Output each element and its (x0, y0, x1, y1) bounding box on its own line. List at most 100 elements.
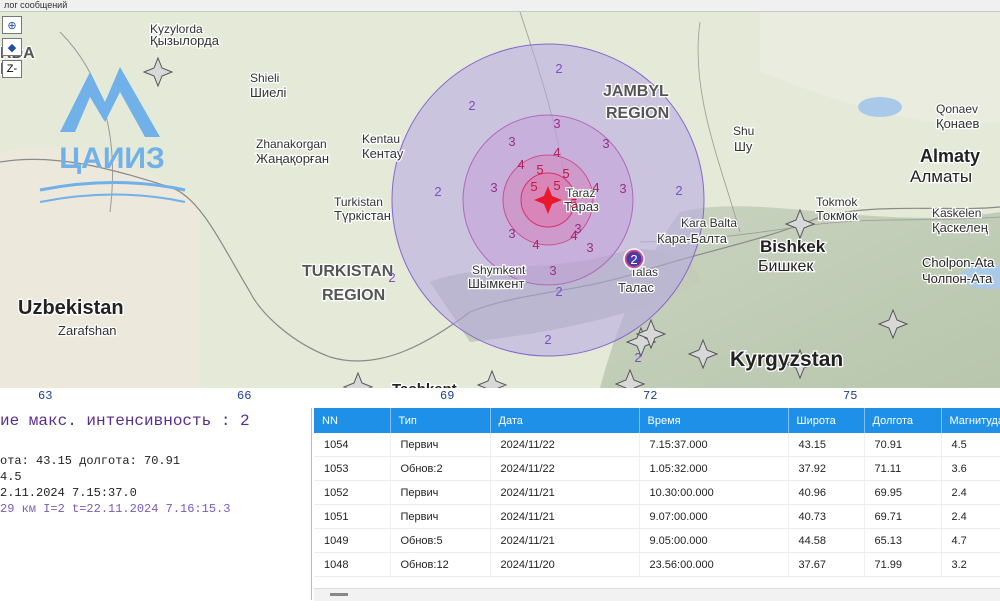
table-cell: 1054 (314, 433, 391, 457)
map-place-label: Turkistan (334, 195, 383, 209)
map-place-label: Shymkent (472, 263, 526, 277)
table-cell: 43.15 (788, 433, 865, 457)
map-place-label: Чолпон-Ата (922, 271, 993, 286)
events-table-container[interactable]: NN Тип Дата Время Широта Долгота Магнитуда 105… (314, 408, 1000, 600)
table-cell: 9.07:00.000 (639, 504, 789, 529)
column-header[interactable]: NN (314, 408, 391, 433)
map-place-label: REGION (606, 105, 669, 122)
map-place-label: Shu (733, 124, 754, 138)
table-row[interactable]: 1049 Обнов:5 2024/11/21 9.05:00.000 44.58 65.… (314, 528, 1000, 553)
datetime-line: 2.11.2024 7.15:37.0 (0, 486, 137, 500)
map-place-label: Шу (734, 139, 753, 154)
map-place-label: Токмок (816, 208, 858, 223)
table-row[interactable]: 1054 Первич 2024/11/22 7.15:37.000 43.15 70.9… (314, 433, 1000, 457)
table-body: 1054 Первич 2024/11/22 7.15:37.000 43.15 70.9… (314, 433, 1000, 577)
table-cell: 2024/11/21 (490, 528, 640, 553)
table-cell: 44.58 (788, 528, 865, 553)
table-cell: 1048 (314, 552, 391, 577)
reservoir (858, 97, 902, 117)
map-place-label: Қызылорда (150, 33, 220, 48)
scrollbar-thumb[interactable] (330, 593, 348, 596)
table-cell: 2024/11/21 (490, 480, 640, 505)
intensity-mark: 4 (532, 237, 539, 252)
map-place-label: Tashkent (392, 381, 457, 388)
map-place-label: Кара-Балта (657, 231, 728, 246)
table-cell: Первич (390, 504, 491, 529)
map-place-label: REGION (322, 287, 385, 304)
intensity-mark: 2 (434, 184, 441, 199)
column-header[interactable]: Долгота (864, 408, 942, 433)
table-cell: Обнов:5 (390, 528, 491, 553)
column-header[interactable]: Магнитуда (941, 408, 1000, 433)
badge-label: 2 (630, 252, 637, 267)
magnitude-line: 4.5 (0, 470, 22, 484)
intensity-mark: 2 (634, 350, 641, 365)
zoom-out-button[interactable]: Z- (2, 60, 22, 78)
table-cell: 4.5 (941, 433, 1000, 457)
map-place-label: Shieli (250, 71, 279, 85)
intensity-mark: 3 (549, 263, 556, 278)
map-place-label: Шиелі (250, 85, 287, 100)
layer-button[interactable]: ◆ (2, 38, 22, 56)
table-cell: 2024/11/21 (490, 504, 640, 529)
table-row[interactable]: 1051 Первич 2024/11/21 9.07:00.000 40.73 69.7… (314, 504, 1000, 529)
table-cell: 2024/11/20 (490, 552, 640, 577)
intensity-mark: 4 (570, 228, 577, 243)
table-cell: 10.30:00.000 (639, 480, 789, 505)
table-cell: 37.67 (788, 552, 865, 577)
zoom-in-button[interactable]: ⊕ (2, 16, 22, 34)
map-place-label: Tokmok (816, 195, 858, 209)
table-cell: 1.05:32.000 (639, 456, 789, 481)
column-header[interactable]: Время (639, 408, 789, 433)
intensity-mark: 3 (553, 116, 560, 131)
table-cell: 40.73 (788, 504, 865, 529)
intensity-mark: 3 (586, 240, 593, 255)
zoom-in-icon: ⊕ (7, 19, 17, 32)
intensity-mark: 3 (490, 180, 497, 195)
intensity-mark: 3 (619, 181, 626, 196)
badge-marker[interactable]: 2 (623, 248, 645, 270)
intensity-mark: 5 (530, 179, 537, 194)
table-header-row: NN Тип Дата Время Широта Долгота Магнитуда (314, 408, 1000, 433)
column-header[interactable]: Тип (390, 408, 491, 433)
max-intensity-title: ие макс. интенсивность : 2 (0, 412, 250, 430)
table-cell: 37.92 (788, 456, 865, 481)
map-canvas[interactable]: ЦАИИЗ KyzylordaҚызылордаRDANShieliШиеліK… (0, 12, 1000, 388)
table-cell: 23.56:00.000 (639, 552, 789, 577)
table-cell: 1049 (314, 528, 391, 553)
table-cell: 3.2 (941, 552, 1000, 577)
coordinates-line: ота: 43.15 долгота: 70.91 (0, 454, 181, 468)
map-place-label: Жаңақорған (256, 151, 329, 166)
intensity-mark: 3 (602, 136, 609, 151)
table-row[interactable]: 1053 Обнов:2 2024/11/22 1.05:32.000 37.92 71.… (314, 456, 1000, 481)
axis-tick-label: 63 (38, 389, 53, 403)
window-title-bar: лог сообщений (0, 0, 1000, 12)
intensity-mark: 2 (555, 284, 562, 299)
intensity-mark: 3 (508, 226, 515, 241)
map-place-label: Қаскелең (932, 220, 989, 235)
axis-tick-label: 66 (237, 389, 252, 403)
intensity-mark: 2 (675, 183, 682, 198)
intensity-mark: 2 (544, 332, 551, 347)
table-cell: 3.6 (941, 456, 1000, 481)
map-place-label: Zhanakorgan (256, 137, 327, 151)
map-place-label: TURKISTAN (302, 263, 393, 280)
column-header[interactable]: Широта (788, 408, 865, 433)
map-place-label: Кентау (362, 146, 404, 161)
map-place-label: Түркістан (334, 208, 391, 223)
horizontal-scrollbar[interactable] (314, 588, 1000, 601)
table-cell: 1051 (314, 504, 391, 529)
intensity-mark: 2 (468, 98, 475, 113)
column-header[interactable]: Дата (490, 408, 640, 433)
map-view[interactable]: ЦАИИЗ KyzylordaҚызылордаRDANShieliШиеліK… (0, 12, 1000, 388)
map-place-label: Cholpon-Ata (922, 255, 995, 270)
table-cell: 65.13 (864, 528, 942, 553)
table-cell: 1052 (314, 480, 391, 505)
table-cell: 2024/11/22 (490, 433, 640, 457)
table-row[interactable]: 1052 Первич 2024/11/21 10.30:00.000 40.96 69.… (314, 480, 1000, 505)
table-cell: 9.05:00.000 (639, 528, 789, 553)
table-row[interactable]: 1048 Обнов:12 2024/11/20 23.56:00.000 37.67 7… (314, 552, 1000, 577)
longitude-axis: 63 66 69 72 75 (0, 388, 1000, 408)
intensity-mark: 2 (388, 270, 395, 285)
intensity-mark: 5 (553, 178, 560, 193)
